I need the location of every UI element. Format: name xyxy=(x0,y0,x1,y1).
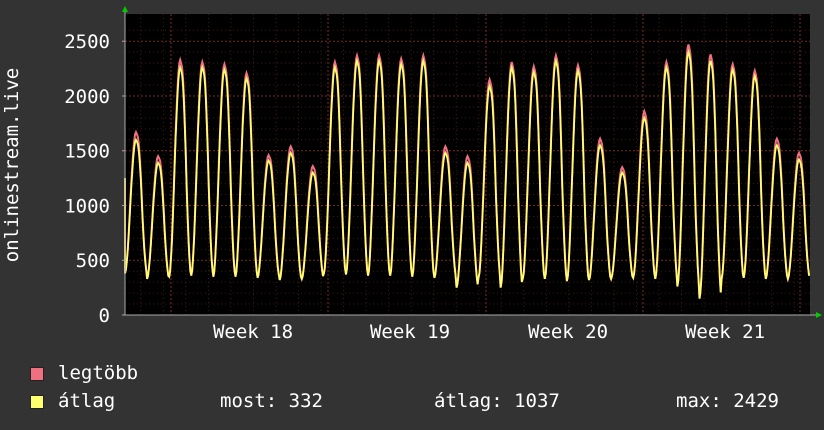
x-axis-arrow xyxy=(816,312,822,318)
x-tick-label: Week 18 xyxy=(213,321,293,343)
legend-label-max: legtöbb xyxy=(58,362,139,384)
x-tick-label: Week 20 xyxy=(528,321,608,343)
y-tick-label: 1000 xyxy=(64,195,110,217)
y-tick-label: 500 xyxy=(76,250,110,272)
y-tick-label: 2000 xyxy=(64,86,110,108)
y-axis-title: onlinestream.live xyxy=(1,68,23,262)
stat-max: max: 2429 xyxy=(676,390,779,412)
y-tick-label: 2500 xyxy=(64,31,110,53)
x-tick-label: Week 21 xyxy=(685,321,765,343)
legend-swatch-avg xyxy=(30,395,44,409)
y-tick-label: 0 xyxy=(99,305,110,327)
x-tick-label: Week 19 xyxy=(370,321,450,343)
y-tick-label: 1500 xyxy=(64,141,110,163)
stat-average: átlag: 1037 xyxy=(434,390,560,412)
y-axis-arrow xyxy=(122,6,128,12)
stat-now: most: 332 xyxy=(220,390,323,412)
legend-swatch-max xyxy=(30,367,44,381)
legend-label-avg: átlag xyxy=(58,390,116,412)
